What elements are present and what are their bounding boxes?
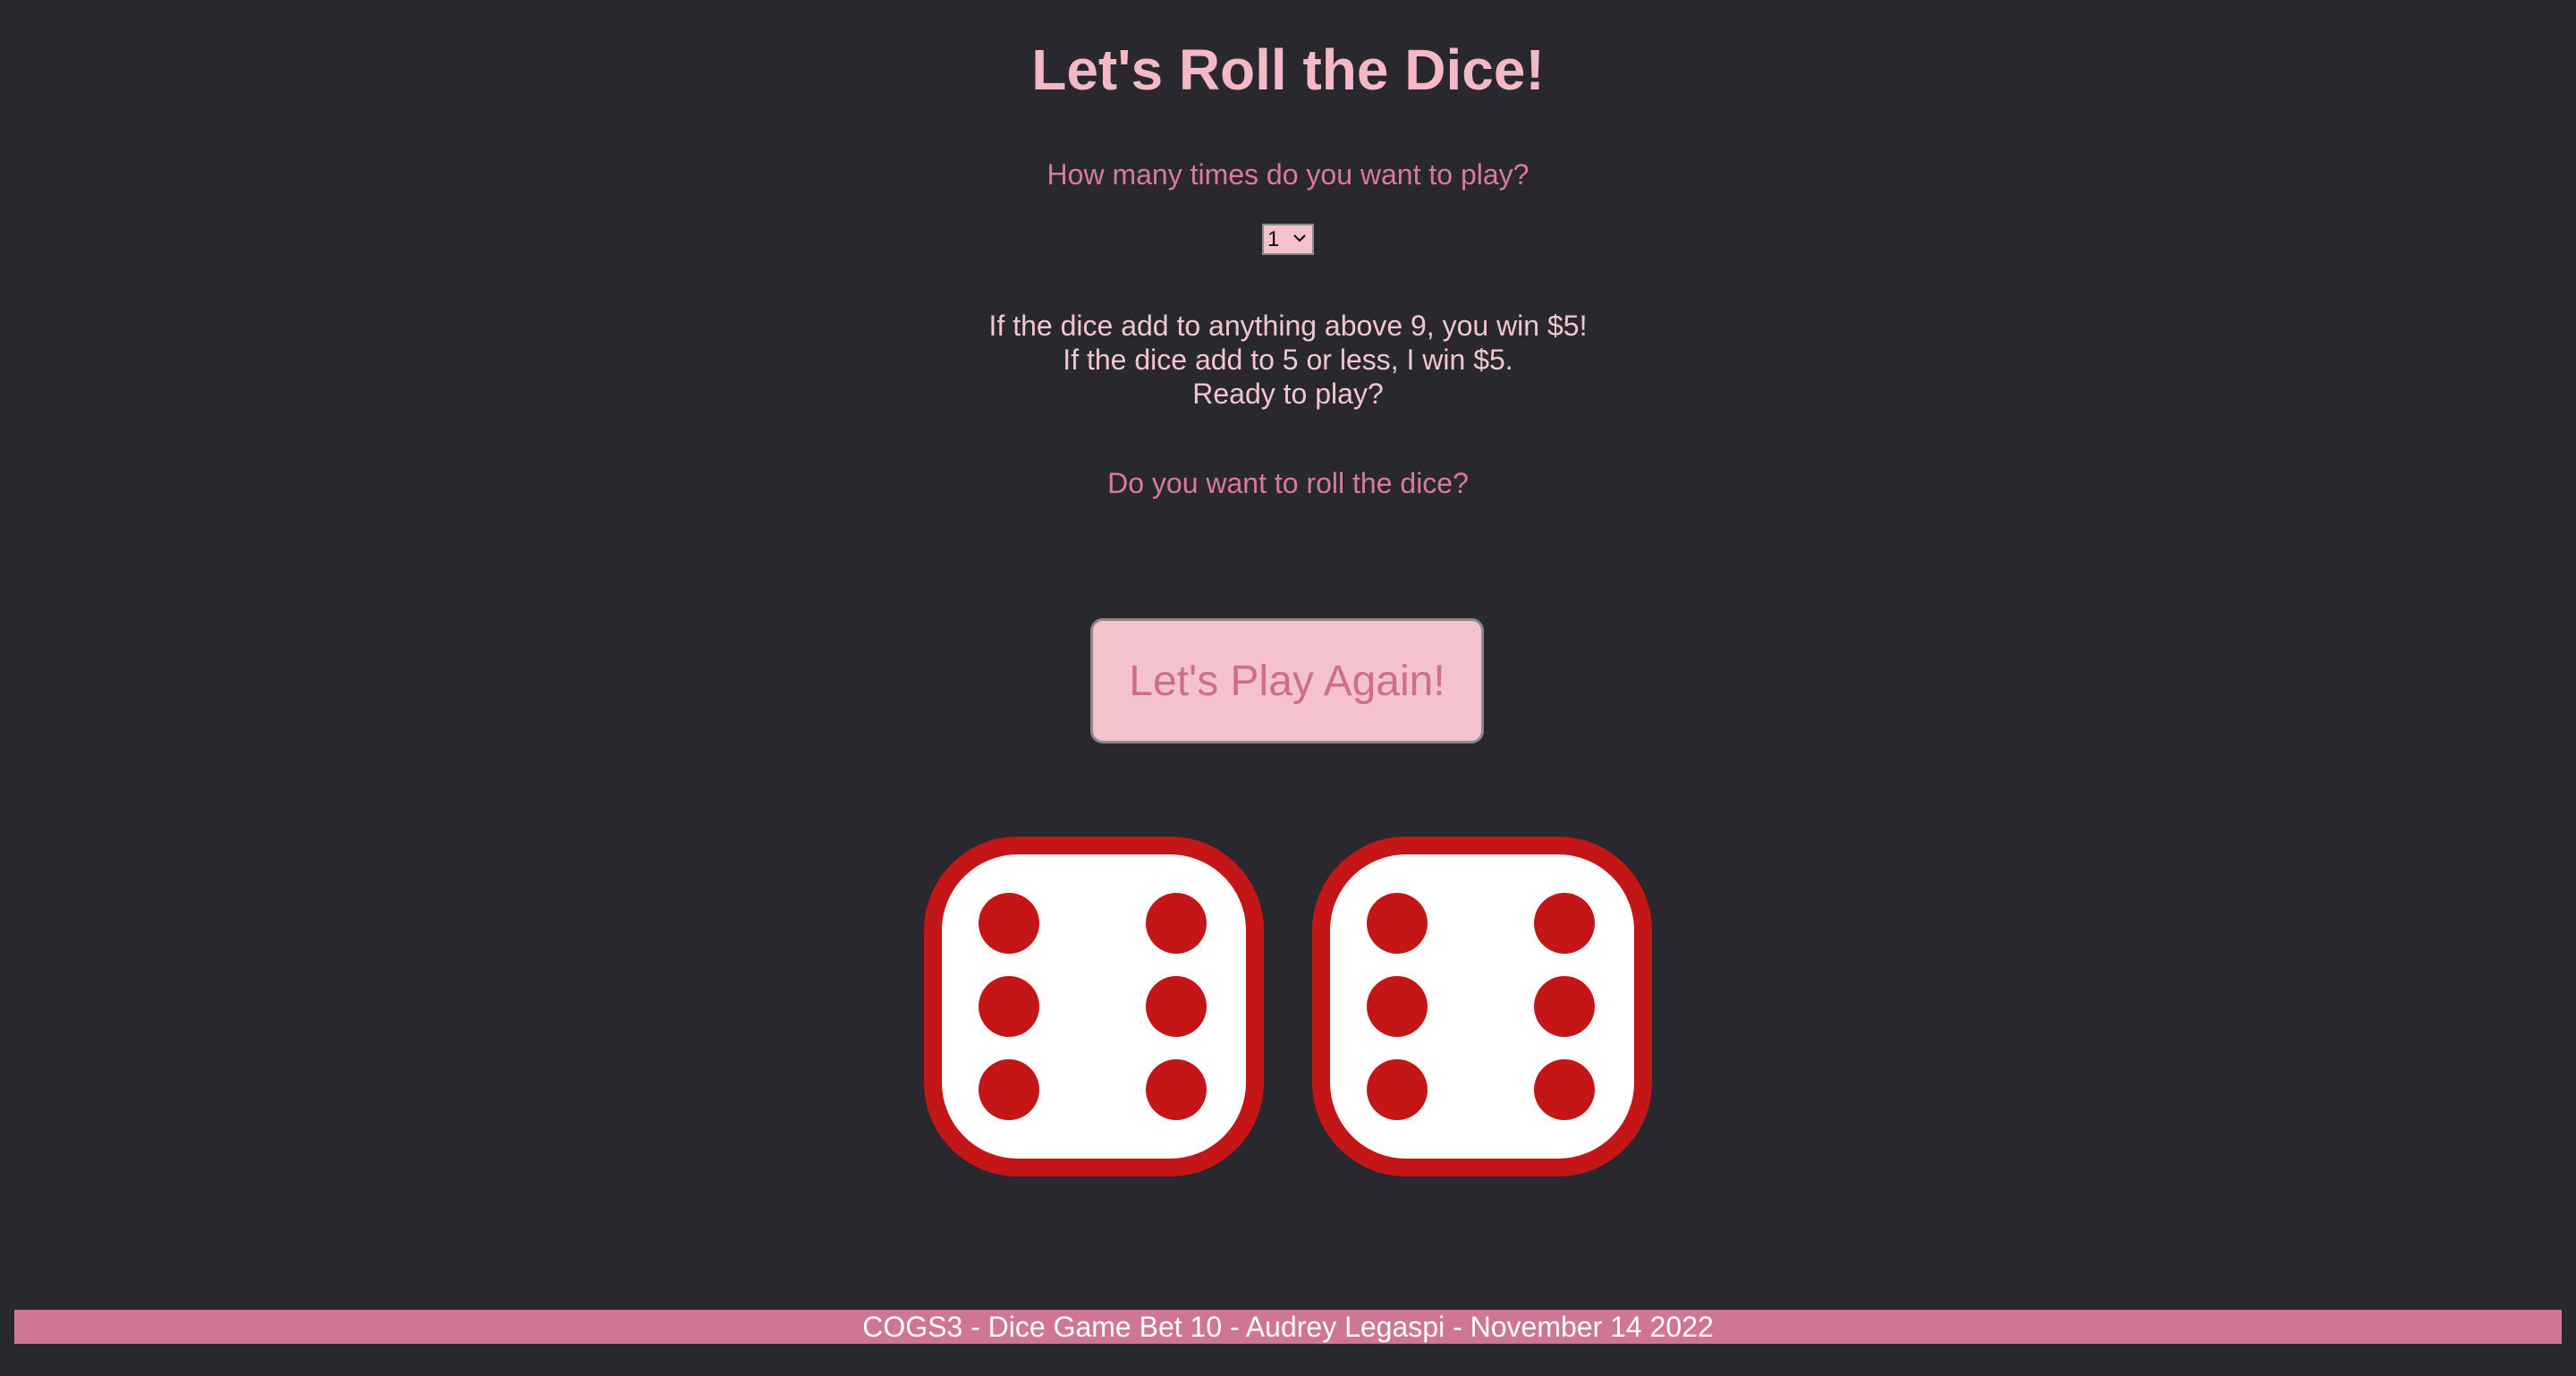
die-pip <box>1367 893 1428 954</box>
die-pip <box>1367 1059 1428 1120</box>
die-pip <box>979 1059 1039 1120</box>
page: Let's Roll the Dice! How many times do y… <box>0 0 2576 1376</box>
die-pip <box>1534 1059 1595 1120</box>
die-pip <box>979 976 1039 1037</box>
play-count-select-wrapper[interactable]: 1 <box>1262 224 1314 255</box>
roll-question: Do you want to roll the dice? <box>1107 467 1469 499</box>
rules-line-1: If the dice add to anything above 9, you… <box>988 310 1588 342</box>
die-pip <box>1534 976 1595 1037</box>
die-pip <box>1146 893 1207 954</box>
rules-text: If the dice add to anything above 9, you… <box>0 309 2576 411</box>
die-pip <box>1146 1059 1207 1120</box>
die-pip <box>1146 976 1207 1037</box>
die-pip <box>1367 976 1428 1037</box>
dice-six-icon <box>1312 837 1652 1176</box>
rules-line-3: Ready to play? <box>1192 378 1384 410</box>
play-count-question: How many times do you want to play? <box>1046 158 1530 191</box>
play-again-button[interactable]: Let's Play Again! <box>1090 618 1484 743</box>
die-pip <box>979 893 1039 954</box>
play-count-select[interactable]: 1 <box>1262 224 1314 255</box>
die-pip <box>1534 893 1595 954</box>
dice-six-icon <box>924 837 1264 1176</box>
footer: COGS3 - Dice Game Bet 10 - Audrey Legasp… <box>14 1310 2562 1344</box>
rules-line-2: If the dice add to 5 or less, I win $5. <box>1063 344 1513 376</box>
page-title: Let's Roll the Dice! <box>1031 38 1545 102</box>
